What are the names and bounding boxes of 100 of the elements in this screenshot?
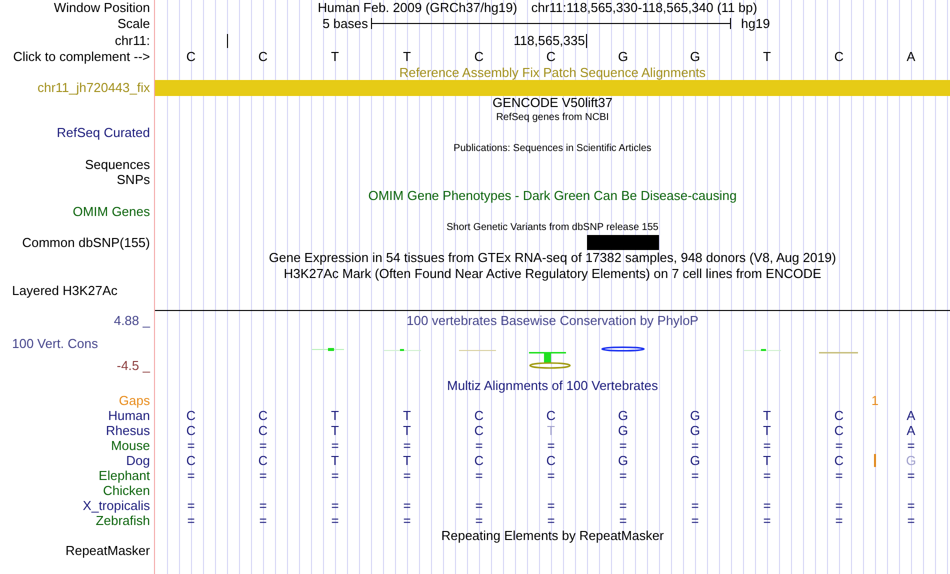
base-letter: T xyxy=(546,424,556,438)
base-letter: G xyxy=(688,424,702,438)
base-letter: T xyxy=(762,50,772,64)
base-letter: = xyxy=(834,514,844,528)
gap-count: 1 xyxy=(871,394,879,408)
base-letter: A xyxy=(906,50,916,64)
species-label: X_tropicalis xyxy=(82,498,150,512)
base-letter: T xyxy=(330,408,340,422)
track-label: Sequences xyxy=(84,158,150,172)
base-letter: = xyxy=(186,438,196,452)
base-letter: = xyxy=(474,468,484,482)
track-label: OMIM Genes xyxy=(72,205,150,219)
base-letter: C xyxy=(473,408,485,422)
base-letter: C xyxy=(473,50,485,64)
base-letter: = xyxy=(906,514,916,528)
track-label: Window Position xyxy=(54,0,150,14)
species-label: Elephant xyxy=(98,468,150,482)
base-letter: = xyxy=(330,438,340,452)
track-label: Common dbSNP(155) xyxy=(22,236,150,250)
base-letter: T xyxy=(330,424,340,438)
base-letter: = xyxy=(330,468,340,482)
base-letter: = xyxy=(402,514,412,528)
base-letter: = xyxy=(546,498,556,512)
base-letter: C xyxy=(257,454,269,468)
base-letter: = xyxy=(546,468,556,482)
base-letter: = xyxy=(618,498,628,512)
base-letter: = xyxy=(690,438,700,452)
base-letter: = xyxy=(474,438,484,452)
base-letter: = xyxy=(618,468,628,482)
base-letter: = xyxy=(186,498,196,512)
base-letter: G xyxy=(904,454,918,468)
base-letter: C xyxy=(833,454,845,468)
track-title: OMIM Gene Phenotypes - Dark Green Can Be Disease-causing xyxy=(368,189,737,203)
base-letter: A xyxy=(906,424,916,438)
base-letter: = xyxy=(906,438,916,452)
base-letter: T xyxy=(402,424,412,438)
base-letter: G xyxy=(688,408,702,422)
base-letter: G xyxy=(688,50,702,64)
base-letter: = xyxy=(402,438,412,452)
track-label: Scale xyxy=(117,16,150,30)
base-letter: G xyxy=(616,50,630,64)
base-letter: = xyxy=(618,438,628,452)
base-letter: G xyxy=(616,408,630,422)
species-label: Chicken xyxy=(103,484,150,498)
coordinate-label: 118,565,335 xyxy=(514,34,587,48)
base-letter: G xyxy=(688,454,702,468)
base-letter: = xyxy=(474,514,484,528)
base-letter: = xyxy=(402,498,412,512)
species-label: Mouse xyxy=(110,438,150,452)
base-letter: = xyxy=(762,438,772,452)
base-letter: C xyxy=(545,50,557,64)
base-letter: = xyxy=(762,514,772,528)
species-label: Dog xyxy=(126,454,150,468)
track-label: chr11: xyxy=(114,34,150,48)
base-letter: = xyxy=(906,468,916,482)
axis-min-label: -4.5 _ xyxy=(116,358,150,375)
base-letter: = xyxy=(690,498,700,512)
base-letter: C xyxy=(833,50,845,64)
base-letter: C xyxy=(185,424,197,438)
track-title: 100 vertebrates Basewise Conservation by PhyloP xyxy=(406,314,698,328)
species-label: Human xyxy=(108,408,150,422)
track-title: Reference Assembly Fix Patch Sequence Alignments xyxy=(399,66,706,80)
base-letter: G xyxy=(616,454,630,468)
base-letter: = xyxy=(330,498,340,512)
track-title: Repeating Elements by RepeatMasker xyxy=(441,528,664,542)
base-letter: T xyxy=(762,454,772,468)
base-letter: T xyxy=(762,424,772,438)
base-letter: T xyxy=(330,50,340,64)
base-letter: C xyxy=(545,454,557,468)
assembly-label: hg19 xyxy=(740,16,771,30)
base-letter: = xyxy=(834,438,844,452)
track-title: Gene Expression in 54 tissues from GTEx RNA-seq of 17382 samples, 948 donors (V8, Aug 2019) xyxy=(268,251,836,265)
track-title: Publications: Sequences in Scientific Articles xyxy=(454,142,652,156)
assembly-name: Human Feb. 2009 (GRCh37/hg19) xyxy=(318,0,518,14)
base-letter: = xyxy=(402,468,412,482)
base-letter: C xyxy=(257,50,269,64)
base-letter: T xyxy=(402,454,412,468)
base-letter: = xyxy=(906,498,916,512)
base-letter: = xyxy=(690,468,700,482)
track-label: Layered H3K27Ac xyxy=(12,284,118,298)
base-letter: = xyxy=(618,514,628,528)
species-label: Rhesus xyxy=(106,424,150,438)
base-letter: = xyxy=(258,468,268,482)
track-label: RefSeq Curated xyxy=(56,126,150,140)
base-letter: C xyxy=(833,424,845,438)
base-letter: C xyxy=(257,424,269,438)
complement-link[interactable]: Click to complement --> xyxy=(13,50,150,64)
base-letter: = xyxy=(258,498,268,512)
base-letter: C xyxy=(185,454,197,468)
base-letter: T xyxy=(402,50,412,64)
base-letter: C xyxy=(257,408,269,422)
base-letter: A xyxy=(906,408,916,422)
position-range: chr11:118,565,330-118,565,340 (11 bp) xyxy=(531,0,758,14)
base-letter: = xyxy=(186,468,196,482)
base-letter: = xyxy=(834,498,844,512)
track-label: Gaps xyxy=(118,394,150,408)
base-letter: = xyxy=(546,514,556,528)
track-label: chr11_jh720443_fix xyxy=(37,81,150,95)
track-title: H3K27Ac Mark (Often Found Near Active Regulatory Elements) on 7 cell lines from ENCODE xyxy=(284,266,822,280)
base-letter: = xyxy=(690,514,700,528)
